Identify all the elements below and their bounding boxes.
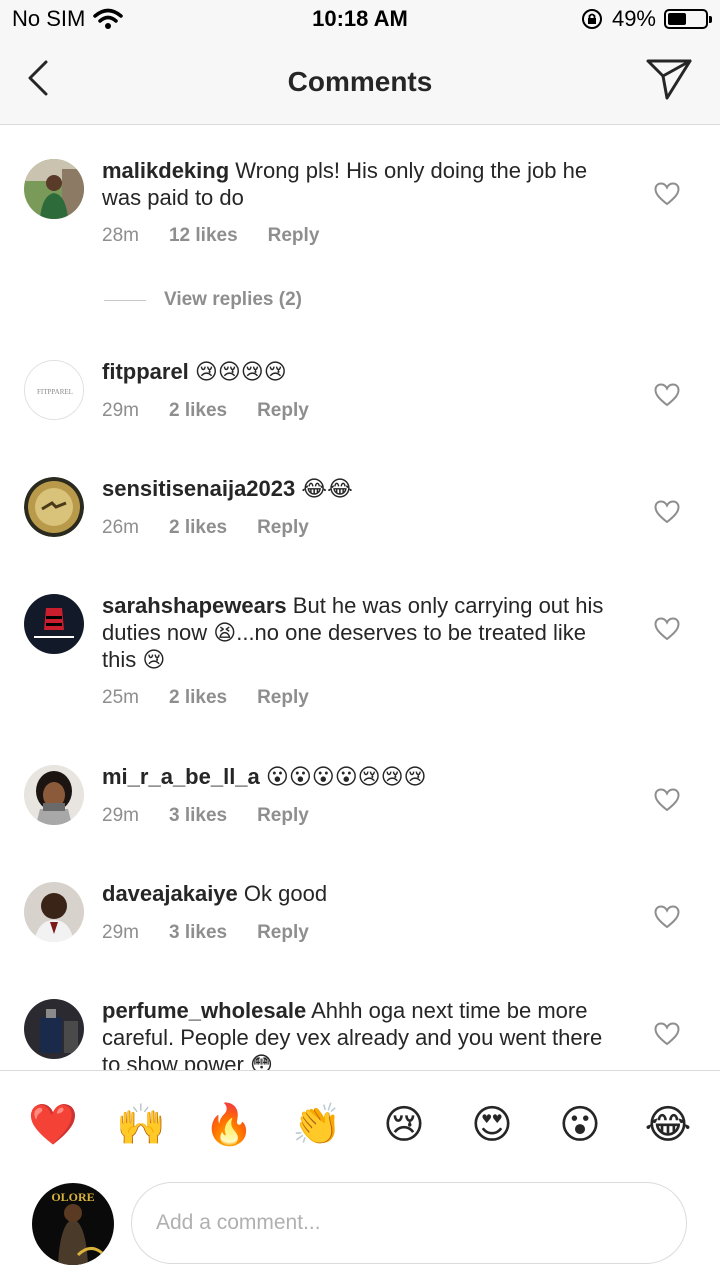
- comment-body: Ok good: [237, 881, 328, 906]
- likes-count[interactable]: 2 likes: [169, 687, 227, 708]
- reply-button[interactable]: Reply: [257, 517, 309, 538]
- likes-count[interactable]: 3 likes: [169, 805, 227, 826]
- status-bar: No SIM 10:18 AM 49%: [0, 0, 720, 40]
- comment-time: 29m: [102, 805, 139, 826]
- emoji-laugh-button[interactable]: 😂: [644, 1101, 692, 1149]
- comment-text: sensitisenaija2023 😂😂: [102, 475, 622, 502]
- battery-icon: [664, 9, 712, 29]
- comment-username[interactable]: sensitisenaija2023: [102, 476, 295, 501]
- avatar-logo-text: FITPPAREL: [37, 388, 73, 396]
- comment-username[interactable]: malikdeking: [102, 158, 229, 183]
- comment-body: 😮😮😮😮😢😢😢: [259, 764, 427, 789]
- comment-meta: 26m 2 likes Reply: [102, 517, 339, 539]
- comment-username[interactable]: sarahshapewears: [102, 593, 287, 618]
- avatar[interactable]: [24, 882, 84, 942]
- battery-percent: 49%: [611, 6, 656, 31]
- nav-bar: Comments: [0, 40, 720, 125]
- paper-plane-icon: [646, 59, 692, 100]
- likes-count[interactable]: 12 likes: [169, 225, 238, 246]
- comment-body: 😢😢😢😢: [188, 359, 287, 384]
- comment-time: 29m: [102, 400, 139, 421]
- emoji-raised-hands-button[interactable]: 🙌: [116, 1101, 166, 1149]
- heart-icon[interactable]: [654, 500, 680, 524]
- comment-meta: 28m 12 likes Reply: [102, 225, 349, 247]
- page-title: Comments: [287, 66, 433, 97]
- likes-count[interactable]: 2 likes: [169, 517, 227, 538]
- reply-button[interactable]: Reply: [257, 400, 309, 421]
- emoji-clap-button[interactable]: 👏: [292, 1101, 342, 1149]
- comment-composer: OLORE: [0, 1175, 720, 1280]
- rotation-lock-icon: [581, 9, 602, 29]
- likes-count[interactable]: 2 likes: [169, 400, 227, 421]
- current-user-avatar: OLORE: [32, 1183, 114, 1265]
- comment-time: 28m: [102, 225, 139, 246]
- heart-icon[interactable]: [654, 905, 680, 929]
- likes-count[interactable]: 3 likes: [169, 922, 227, 943]
- emoji-heart-button[interactable]: ❤️: [28, 1101, 78, 1149]
- comment-time: 25m: [102, 687, 139, 708]
- comment-meta: 29m 3 likes Reply: [102, 805, 339, 827]
- comment-body: 😂😂: [295, 476, 353, 501]
- heart-icon[interactable]: [654, 788, 680, 812]
- reply-button[interactable]: Reply: [257, 687, 309, 708]
- comment-text: sarahshapewears But he was only carrying…: [102, 592, 622, 673]
- comment-meta: 29m 3 likes Reply: [102, 922, 339, 944]
- emoji-cry-button[interactable]: 😢: [380, 1101, 428, 1149]
- avatar[interactable]: [24, 159, 84, 219]
- comment-time: 29m: [102, 922, 139, 943]
- divider: [104, 299, 146, 301]
- comment-text: fitpparel 😢😢😢😢: [102, 358, 622, 385]
- comment-text: mi_r_a_be_ll_a 😮😮😮😮😢😢😢: [102, 763, 622, 790]
- comment-username[interactable]: daveajakaiye: [102, 881, 238, 906]
- avatar[interactable]: [24, 594, 84, 654]
- heart-icon[interactable]: [654, 383, 680, 407]
- emoji-fire-button[interactable]: 🔥: [204, 1101, 254, 1149]
- reply-button[interactable]: Reply: [257, 805, 309, 826]
- comment-time: 26m: [102, 517, 139, 538]
- heart-icon[interactable]: [654, 1022, 680, 1046]
- comment-meta: 25m 2 likes Reply: [102, 687, 339, 709]
- emoji-surprised-button[interactable]: 😮: [556, 1101, 604, 1149]
- status-right: 49%: [580, 6, 712, 32]
- comment-username[interactable]: mi_r_a_be_ll_a: [102, 764, 260, 789]
- comment-text: daveajakaiye Ok good: [102, 880, 622, 907]
- avatar[interactable]: [24, 477, 84, 537]
- comment-text: perfume_wholesale Ahhh oga next time be …: [102, 997, 622, 1070]
- reply-button[interactable]: Reply: [257, 922, 309, 943]
- add-comment-input[interactable]: [131, 1182, 687, 1264]
- heart-icon[interactable]: [654, 617, 680, 641]
- reply-button[interactable]: Reply: [268, 225, 320, 246]
- avatar[interactable]: [24, 765, 84, 825]
- battery-fill: [668, 13, 686, 25]
- emoji-reaction-bar: ❤️ 🙌 🔥 👏 😢 😍 😮 😂: [0, 1070, 720, 1176]
- comments-list[interactable]: malikdeking Wrong pls! His only doing th…: [0, 125, 720, 1070]
- avatar-logo-text: OLORE: [51, 1190, 94, 1204]
- emoji-heart-eyes-button[interactable]: 😍: [468, 1101, 516, 1149]
- view-replies-label: View replies (2): [164, 289, 302, 310]
- avatar[interactable]: FITPPAREL: [24, 360, 84, 420]
- comment-username[interactable]: perfume_wholesale: [102, 998, 306, 1023]
- comment-text: malikdeking Wrong pls! His only doing th…: [102, 157, 622, 211]
- share-button[interactable]: [644, 56, 694, 102]
- heart-icon[interactable]: [654, 182, 680, 206]
- view-replies-button[interactable]: View replies (2): [104, 289, 302, 311]
- comment-meta: 29m 2 likes Reply: [102, 400, 339, 422]
- avatar[interactable]: [24, 999, 84, 1059]
- comment-username[interactable]: fitpparel: [102, 359, 189, 384]
